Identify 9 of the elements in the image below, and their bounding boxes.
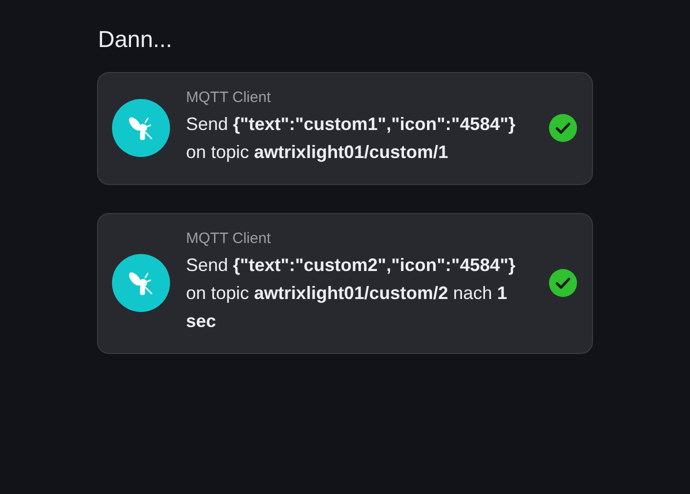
step-description: Send {"text":"custom2","icon":"4584"} on topic awtrixlight01/custom/2 nach 1 sec bbox=[186, 254, 516, 333]
integration-name: MQTT Client bbox=[186, 230, 272, 247]
bug-icon bbox=[112, 98, 170, 156]
integration-name: MQTT Client bbox=[186, 89, 272, 106]
step-description: Send {"text":"custom1","icon":"4584"} on topic awtrixlight01/custom/1 bbox=[186, 113, 516, 164]
section-heading: Dann... bbox=[98, 26, 174, 53]
trace-step-card[interactable]: MQTT Client Send {"text":"custom2","icon":"4584"} on topic awtrixlight01/custom/2 nach 1 sec bbox=[97, 213, 593, 354]
trace-step-card[interactable]: MQTT Client Send {"text":"custom1","icon":"4584"} on topic awtrixlight01/custom/1 bbox=[97, 72, 593, 185]
bug-icon bbox=[112, 254, 170, 312]
